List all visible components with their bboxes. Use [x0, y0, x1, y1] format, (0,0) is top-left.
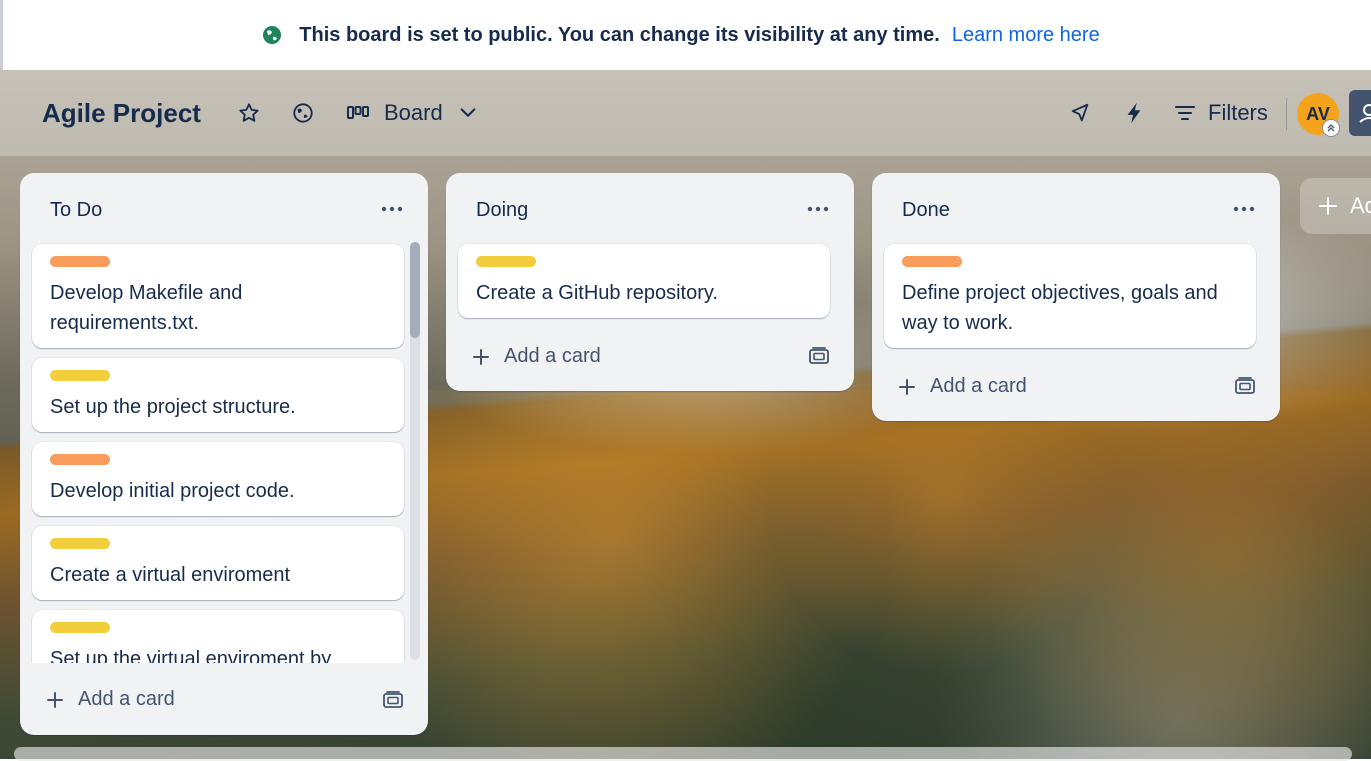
plus-icon	[1319, 197, 1337, 215]
card-title: Set up the virtual enviroment by	[50, 648, 332, 663]
learn-more-link[interactable]: Learn more here	[952, 24, 1100, 47]
board-view-switcher[interactable]: Board	[346, 100, 479, 126]
board-view-label: Board	[384, 100, 443, 125]
add-list-label: Ad	[1350, 193, 1371, 218]
list-menu-button[interactable]	[802, 193, 834, 225]
add-card-button[interactable]: Add a card	[46, 688, 175, 711]
card-title: Develop initial project code.	[50, 480, 295, 502]
share-button[interactable]	[1349, 90, 1371, 136]
filters-button[interactable]: Filters	[1174, 100, 1268, 126]
add-list-button[interactable]: Ad	[1300, 178, 1371, 234]
globe-icon	[293, 103, 313, 123]
header-divider	[1286, 98, 1287, 130]
person-icon	[1359, 104, 1371, 123]
more-icon	[807, 206, 829, 212]
board-view-icon	[347, 106, 369, 119]
create-from-template-button[interactable]	[1232, 373, 1258, 399]
plus-icon	[899, 378, 915, 395]
add-card-label: Add a card	[78, 688, 175, 710]
card[interactable]: Set up the project structure.	[32, 358, 404, 432]
add-card-label: Add a card	[930, 375, 1027, 397]
card-label-yellow[interactable]	[50, 622, 110, 633]
card-title: Set up the project structure.	[50, 396, 296, 418]
card[interactable]: Set up the virtual enviroment by	[32, 610, 404, 663]
card-label-yellow[interactable]	[50, 538, 110, 549]
card-title: Define project objectives, goals and way…	[902, 282, 1218, 334]
card-title: Create a GitHub repository.	[476, 282, 718, 304]
list-title[interactable]: Doing	[476, 199, 528, 222]
more-icon	[1233, 206, 1255, 212]
board-title[interactable]: Agile Project	[42, 98, 201, 129]
filters-label: Filters	[1208, 100, 1268, 125]
banner-message: This board is set to public. You can cha…	[299, 23, 940, 46]
card-label-yellow[interactable]	[476, 256, 536, 267]
filter-icon	[1175, 106, 1195, 120]
admin-badge-icon	[1322, 119, 1340, 137]
star-icon	[239, 103, 259, 122]
globe-icon	[263, 26, 282, 44]
card[interactable]: Develop Makefile and requirements.txt.	[32, 244, 404, 348]
card-template-icon	[1235, 377, 1255, 394]
list-doing: Doing Create a GitHub repository. Add a …	[446, 173, 854, 391]
card-template-icon	[383, 691, 403, 708]
list-menu-button[interactable]	[1228, 193, 1260, 225]
create-from-template-button[interactable]	[380, 687, 406, 713]
card[interactable]: Create a virtual enviroment	[32, 526, 404, 600]
power-ups-button[interactable]	[1069, 102, 1091, 124]
card[interactable]: Define project objectives, goals and way…	[884, 244, 1256, 348]
card-title: Create a virtual enviroment	[50, 564, 291, 586]
visibility-button[interactable]	[292, 102, 314, 124]
card-label-orange[interactable]	[50, 256, 110, 267]
list-scrollbar-thumb[interactable]	[410, 242, 420, 338]
create-from-template-button[interactable]	[806, 343, 832, 369]
lightning-bolt-icon	[1127, 102, 1141, 124]
star-button[interactable]	[238, 102, 260, 124]
add-card-button[interactable]: Add a card	[898, 375, 1027, 398]
card-label-yellow[interactable]	[50, 370, 110, 381]
public-visibility-banner: This board is set to public. You can cha…	[0, 0, 1371, 70]
add-card-label: Add a card	[504, 345, 601, 367]
board-header	[0, 70, 1371, 156]
card-label-orange[interactable]	[50, 454, 110, 465]
list-to-do-cards-viewport[interactable]: Develop Makefile and requirements.txt. S…	[20, 173, 428, 663]
list-title[interactable]: Done	[902, 199, 950, 222]
rocket-icon	[1071, 103, 1089, 122]
card[interactable]: Develop initial project code.	[32, 442, 404, 516]
add-card-button[interactable]: Add a card	[472, 345, 601, 368]
card[interactable]: Create a GitHub repository.	[458, 244, 830, 318]
plus-icon	[473, 348, 489, 365]
card-template-icon	[809, 347, 829, 364]
card-title: Develop Makefile and requirements.txt.	[50, 282, 243, 334]
card-label-orange[interactable]	[902, 256, 962, 267]
automation-button[interactable]	[1124, 102, 1144, 124]
list-done: Done Define project objectives, goals an…	[872, 173, 1280, 421]
plus-icon	[47, 691, 63, 708]
chevron-down-icon	[460, 108, 476, 117]
